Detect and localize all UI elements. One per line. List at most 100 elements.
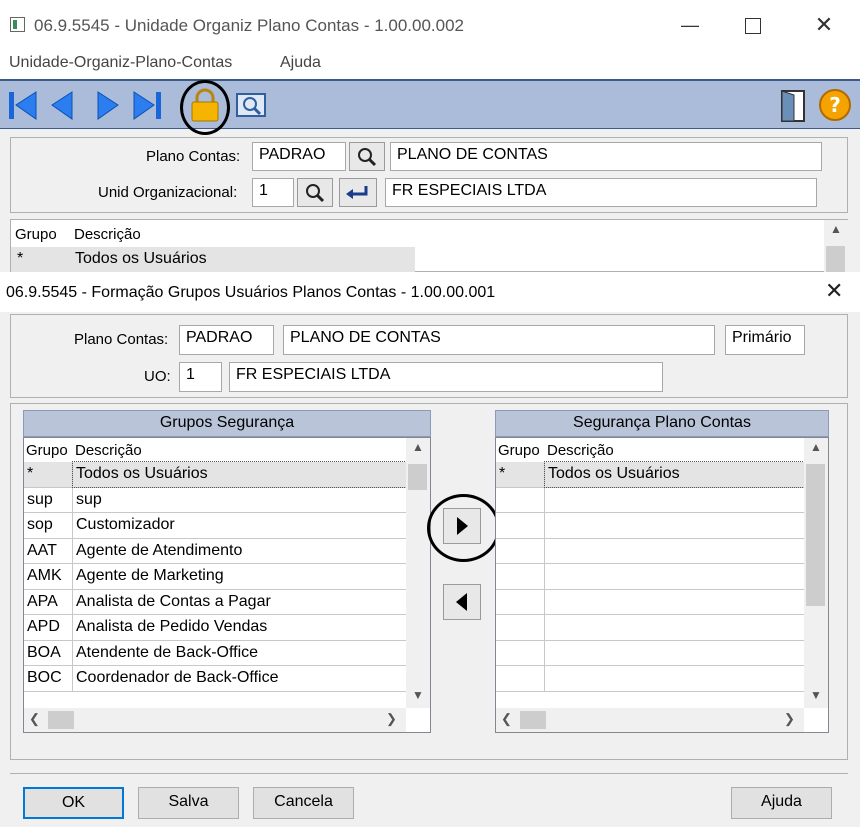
bg-title-bar: 06.9.5545 - Unidade Organiz Plano Contas… (0, 0, 860, 46)
previous-record-icon[interactable] (44, 87, 82, 123)
row-descricao: Agente de Marketing (76, 567, 224, 584)
row-grupo: * (496, 462, 545, 487)
bg-grid: Grupo Descrição * Todos os Usuários ▲ (10, 219, 848, 273)
bottom-separator (10, 773, 848, 774)
row-grupo (496, 589, 545, 614)
bg-unid-enter-button[interactable] (339, 178, 377, 207)
bg-unid-desc: FR ESPECIAIS LTDA (385, 178, 817, 207)
table-row (496, 640, 804, 666)
bg-plano-contas-code-input[interactable]: PADRAO (252, 142, 346, 171)
row-grupo (496, 538, 545, 563)
formacao-dialog: 06.9.5545 - Formação Grupos Usuários Pla… (0, 272, 860, 827)
next-record-icon[interactable] (88, 87, 126, 123)
bg-unid-search-button[interactable] (297, 178, 333, 207)
row-grupo (496, 615, 545, 640)
bg-grid-row-descricao: Todos os Usuários (75, 250, 207, 267)
seguranca-plano-contas-list: Grupo Descrição * Todos os Usuários ▲ ▼ ❮… (495, 437, 829, 733)
right-vscroll-thumb[interactable] (806, 464, 825, 606)
scroll-down-icon[interactable]: ▼ (412, 688, 424, 702)
table-row[interactable]: BOA Atendente de Back-Office (24, 640, 406, 666)
ajuda-button[interactable]: Ajuda (731, 787, 832, 819)
table-row[interactable]: * Todos os Usuários (496, 461, 805, 488)
dialog-title-bar: 06.9.5545 - Formação Grupos Usuários Pla… (0, 272, 860, 312)
scroll-down-icon[interactable]: ▼ (810, 688, 822, 702)
table-row[interactable]: sup sup (24, 487, 406, 513)
row-descricao: Atendente de Back-Office (76, 643, 259, 661)
right-hscroll[interactable]: ❮ ❯ (496, 708, 804, 732)
grupos-seguranca-list: Grupo Descrição * Todos os Usuários sup sup… (23, 437, 431, 733)
background-window: 06.9.5545 - Unidade Organiz Plano Contas… (0, 0, 860, 273)
last-record-icon[interactable] (128, 87, 166, 123)
table-row[interactable]: APD Analista de Pedido Vendas (24, 615, 406, 641)
ok-button[interactable]: OK (23, 787, 124, 819)
uo-code: 1 (179, 362, 222, 392)
scroll-left-icon[interactable]: ❮ (29, 711, 40, 727)
left-list-header: Grupo Descrição (24, 438, 406, 462)
dialog-title: 06.9.5545 - Formação Grupos Usuários Pla… (6, 284, 496, 301)
exit-door-icon[interactable] (774, 87, 812, 123)
bg-grid-scrollbar[interactable]: ▲ (824, 220, 848, 273)
preview-icon[interactable] (232, 87, 270, 123)
close-icon[interactable]: ✕ (804, 10, 844, 40)
help-icon[interactable]: ? (816, 87, 854, 123)
table-row (496, 615, 804, 641)
left-vscroll-thumb[interactable] (408, 464, 427, 490)
menu-ajuda[interactable]: Ajuda (280, 54, 321, 72)
bg-grid-row[interactable]: * Todos os Usuários (11, 247, 415, 273)
table-row[interactable]: BOC Coordenador de Back-Office (24, 666, 406, 692)
bg-plano-search-button[interactable] (349, 142, 385, 171)
app-icon (10, 17, 25, 32)
row-descricao (545, 488, 804, 513)
scroll-right-icon[interactable]: ❯ (386, 711, 397, 727)
enter-arrow-icon (346, 186, 368, 199)
table-row[interactable]: AAT Agente de Atendimento (24, 538, 406, 564)
plano-contas-desc: PLANO DE CONTAS (283, 325, 715, 355)
uo-label: UO: (144, 368, 171, 385)
left-hscroll-thumb[interactable] (48, 711, 74, 729)
left-vscroll[interactable]: ▲ ▼ (406, 438, 430, 708)
table-row[interactable]: sop Customizador (24, 513, 406, 539)
minimize-icon[interactable]: — (670, 10, 710, 40)
cancela-button[interactable]: Cancela (253, 787, 354, 819)
bg-unid-code-input[interactable]: 1 (252, 178, 294, 207)
right-vscroll[interactable]: ▲ ▼ (804, 438, 828, 708)
scroll-up-icon[interactable]: ▲ (412, 440, 424, 454)
salva-button[interactable]: Salva (138, 787, 239, 819)
table-row[interactable]: AMK Agente de Marketing (24, 564, 406, 590)
row-grupo: AAT (24, 538, 73, 563)
row-grupo (496, 666, 545, 691)
arrow-left-icon (456, 593, 467, 611)
row-descricao (545, 666, 804, 691)
row-descricao (545, 590, 804, 615)
dialog-close-icon[interactable]: ✕ (825, 278, 843, 304)
table-row (496, 513, 804, 539)
bg-window-title: 06.9.5545 - Unidade Organiz Plano Contas… (34, 16, 465, 35)
lock-highlight-circle (180, 80, 230, 135)
scroll-left-icon[interactable]: ❮ (501, 711, 512, 727)
menu-unidade-organiz[interactable]: Unidade-Organiz-Plano-Contas (9, 54, 232, 72)
first-record-icon[interactable] (4, 87, 42, 123)
remove-to-left-button[interactable] (443, 584, 481, 620)
svg-text:?: ? (829, 93, 841, 117)
row-descricao (545, 564, 804, 589)
left-list-title: Grupos Segurança (23, 410, 431, 437)
row-descricao: Agente de Atendimento (76, 541, 243, 559)
left-header-descricao: Descrição (75, 442, 142, 459)
bg-menu-bar: Unidade-Organiz-Plano-Contas Ajuda (0, 46, 860, 79)
scroll-up-icon[interactable]: ▲ (830, 222, 842, 236)
table-row[interactable]: * Todos os Usuários (24, 461, 407, 488)
table-row (496, 564, 804, 590)
right-hscroll-thumb[interactable] (520, 711, 546, 729)
maximize-icon[interactable] (733, 10, 773, 40)
bg-grid-row-grupo: * (17, 250, 24, 267)
left-hscroll[interactable]: ❮ ❯ (24, 708, 406, 732)
table-row[interactable]: APA Analista de Contas a Pagar (24, 589, 406, 615)
scroll-right-icon[interactable]: ❯ (784, 711, 795, 727)
row-descricao (545, 539, 804, 564)
scroll-up-icon[interactable]: ▲ (810, 440, 822, 454)
scroll-thumb[interactable] (826, 246, 845, 273)
row-descricao: sup (76, 490, 102, 508)
row-grupo: APD (24, 615, 73, 640)
row-grupo: BOC (24, 666, 73, 691)
right-list-title: Segurança Plano Contas (495, 410, 829, 437)
